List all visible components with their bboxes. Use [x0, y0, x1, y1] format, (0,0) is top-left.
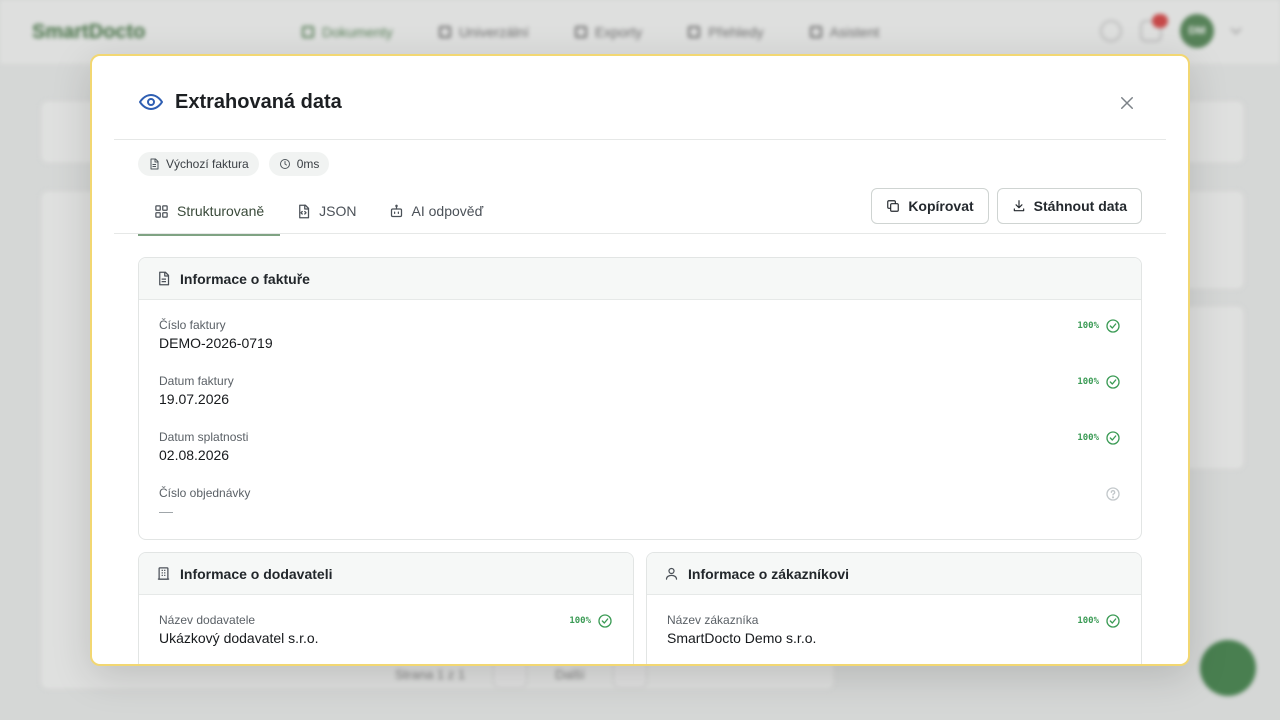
confidence-indicator: 100% [1077, 374, 1121, 390]
tab-structured-label: Strukturovaně [177, 203, 265, 219]
check-circle-icon [1105, 613, 1121, 629]
confidence-value: 100% [569, 616, 591, 626]
download-icon [1012, 199, 1026, 213]
field-value[interactable]: SmartDocto Demo s.r.o. [667, 630, 1121, 646]
download-button-label: Stáhnout data [1033, 198, 1127, 214]
field-invoice-date: Datum faktury 19.07.2026 100% [139, 356, 1141, 412]
tabs-row: Strukturovaně JSON AI odpověď Kopírovat … [114, 188, 1166, 236]
field-order-number: Číslo objednávky — [139, 468, 1141, 524]
download-button[interactable]: Stáhnout data [996, 188, 1142, 224]
invoice-info-section: Informace o faktuře Číslo faktury DEMO-2… [138, 257, 1142, 540]
field-value[interactable]: 02.08.2026 [159, 447, 1121, 463]
clock-icon [279, 158, 291, 170]
code-file-icon [296, 204, 311, 219]
supplier-info-title: Informace o dodavateli [180, 565, 333, 582]
tab-ai-response[interactable]: AI odpověď [373, 188, 500, 234]
customer-info-section: Informace o zákazníkovi Název zákazníka … [646, 552, 1142, 664]
meta-chips: Výchozí faktura 0ms [138, 152, 330, 176]
confidence-value: 100% [1077, 433, 1099, 443]
duration-chip-label: 0ms [296, 157, 320, 171]
document-icon [156, 271, 171, 286]
confidence-value: 100% [1077, 616, 1099, 626]
view-tabs: Strukturovaně JSON AI odpověď [138, 188, 500, 236]
building-icon [156, 566, 171, 581]
tab-json[interactable]: JSON [280, 188, 372, 234]
field-label: Název dodavatele [159, 613, 256, 627]
tab-json-label: JSON [319, 203, 357, 219]
confidence-value: 100% [1077, 321, 1099, 331]
user-icon [664, 566, 679, 581]
supplier-info-header: Informace o dodavateli [139, 553, 633, 595]
modal-actions: Kopírovat Stáhnout data [871, 188, 1142, 224]
customer-info-title: Informace o zákazníkovi [688, 565, 850, 582]
field-value[interactable]: Ukázkový dodavatel s.r.o. [159, 630, 613, 646]
invoice-info-title: Informace o faktuře [180, 270, 310, 287]
field-label: Číslo faktury [159, 318, 226, 332]
grid-icon [154, 204, 169, 219]
tab-structured[interactable]: Strukturovaně [138, 188, 281, 236]
check-circle-icon [1105, 318, 1121, 334]
field-value[interactable]: — [159, 503, 1121, 519]
field-customer-name: Název zákazníka SmartDocto Demo s.r.o. 1… [647, 595, 1141, 651]
field-supplier-name: Název dodavatele Ukázkový dodavatel s.r.… [139, 595, 633, 651]
confidence-indicator: 100% [1077, 613, 1121, 629]
customer-info-header: Informace o zákazníkovi [647, 553, 1141, 595]
copy-button-label: Kopírovat [908, 198, 974, 214]
template-chip: Výchozí faktura [138, 152, 259, 176]
eye-icon [139, 90, 163, 114]
extracted-data-modal: Extrahovaná data Výchozí faktura 0ms Str… [90, 54, 1190, 666]
template-chip-label: Výchozí faktura [166, 157, 249, 171]
check-circle-icon [597, 613, 613, 629]
supplier-info-section: Informace o dodavateli Název dodavatele … [138, 552, 634, 664]
copy-icon [886, 199, 900, 213]
confidence-indicator [1105, 486, 1121, 502]
field-label: Název zákazníka [667, 613, 759, 627]
field-invoice-number: Číslo faktury DEMO-2026-0719 100% [139, 300, 1141, 356]
confidence-indicator: 100% [1077, 430, 1121, 446]
field-label: Datum splatnosti [159, 430, 249, 444]
field-due-date: Datum splatnosti 02.08.2026 100% [139, 412, 1141, 468]
document-icon [148, 158, 160, 170]
question-circle-icon [1105, 486, 1121, 502]
modal-title-wrap: Extrahovaná data [139, 90, 342, 114]
invoice-info-header: Informace o faktuře [139, 258, 1141, 300]
confidence-value: 100% [1077, 377, 1099, 387]
modal-title: Extrahovaná data [175, 90, 342, 113]
modal-header: Extrahovaná data [114, 56, 1166, 140]
tab-ai-response-label: AI odpověď [411, 203, 484, 219]
check-circle-icon [1105, 430, 1121, 446]
confidence-indicator: 100% [569, 613, 613, 629]
field-value[interactable]: DEMO-2026-0719 [159, 335, 1121, 351]
check-circle-icon [1105, 374, 1121, 390]
field-label: Číslo objednávky [159, 486, 251, 500]
copy-button[interactable]: Kopírovat [871, 188, 989, 224]
field-label: Datum faktury [159, 374, 234, 388]
close-icon[interactable] [1118, 94, 1138, 114]
field-value[interactable]: 19.07.2026 [159, 391, 1121, 407]
confidence-indicator: 100% [1077, 318, 1121, 334]
duration-chip: 0ms [268, 152, 330, 176]
robot-icon [389, 204, 404, 219]
